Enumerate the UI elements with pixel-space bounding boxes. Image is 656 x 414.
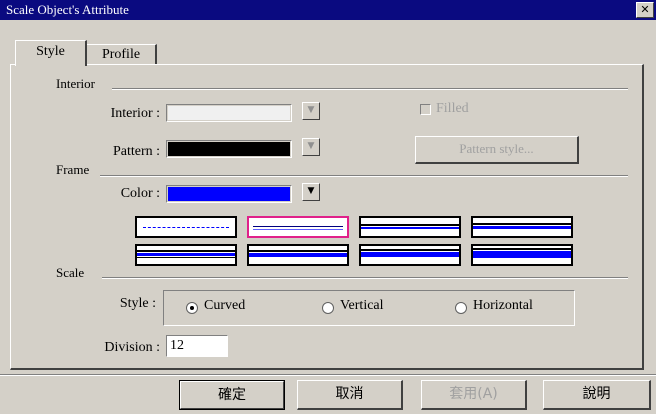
line-style-thin-double[interactable] (247, 216, 349, 238)
filled-label: Filled (436, 101, 469, 116)
tab-style[interactable]: Style (15, 40, 87, 66)
line-style-bold-4[interactable] (471, 244, 573, 266)
pattern-style-button: Pattern style... (415, 136, 579, 164)
line-style-medium-double[interactable] (359, 216, 461, 238)
division-label: Division : (104, 340, 160, 355)
filled-checkbox (420, 104, 431, 115)
tab-profile[interactable]: Profile (87, 44, 157, 65)
radio-horizontal[interactable] (455, 302, 467, 314)
ok-button[interactable]: 確定 (179, 380, 285, 410)
interior-dropdown-arrow-icon: ▼ (302, 102, 320, 120)
footer-divider (0, 374, 656, 376)
frame-color-fill (168, 187, 290, 201)
group-label-frame: Frame (56, 162, 90, 177)
line-style-bold-3[interactable] (359, 244, 461, 266)
radio-curved-label[interactable]: Curved (204, 298, 245, 314)
line-style-thick-double[interactable] (471, 216, 573, 238)
interior-label: Interior : (110, 106, 160, 121)
frame-dropdown-arrow-icon[interactable]: ▼ (302, 183, 320, 201)
apply-button: 套用(A) (421, 380, 527, 410)
radio-horizontal-label[interactable]: Horizontal (473, 298, 533, 314)
help-button[interactable]: 說明 (543, 380, 651, 410)
radio-vertical-label[interactable]: Vertical (340, 298, 384, 314)
group-label-interior: Interior (56, 76, 95, 91)
pattern-color-fill (168, 142, 290, 156)
frame-color-label: Color : (120, 186, 160, 201)
radio-vertical[interactable] (322, 302, 334, 314)
window-title: Scale Object's Attribute (6, 2, 129, 17)
group-divider (100, 175, 628, 177)
pattern-dropdown-arrow-icon: ▼ (302, 138, 320, 156)
ok-button-label: 確定 (218, 387, 246, 403)
title-bar: Scale Object's Attribute ✕ (0, 0, 656, 20)
line-style-bold-1[interactable] (135, 244, 237, 266)
division-input-value: 12 (170, 338, 184, 353)
cancel-button[interactable]: 取消 (297, 380, 403, 410)
frame-color-swatch[interactable] (166, 185, 292, 203)
interior-color-swatch[interactable] (166, 104, 292, 122)
group-divider (102, 277, 628, 279)
pattern-color-swatch[interactable] (166, 140, 292, 158)
division-input[interactable]: 12 (166, 335, 228, 357)
line-style-bold-2[interactable] (247, 244, 349, 266)
close-icon[interactable]: ✕ (636, 2, 654, 18)
radio-curved[interactable] (186, 302, 198, 314)
group-label-scale: Scale (56, 265, 85, 280)
interior-color-fill (168, 106, 290, 120)
group-divider (112, 88, 628, 90)
scale-style-label: Style : (119, 296, 156, 311)
line-style-dashed[interactable] (135, 216, 237, 238)
pattern-label: Pattern : (112, 144, 160, 159)
